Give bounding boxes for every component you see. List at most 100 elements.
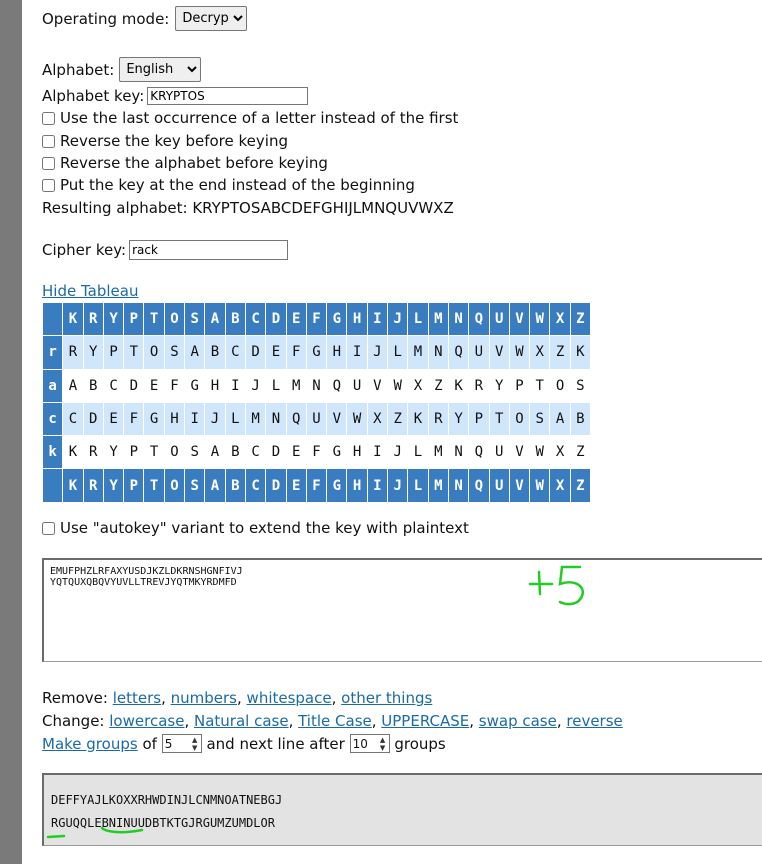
tableau-header-cell: T: [143, 301, 165, 337]
tableau-header-cell: T: [143, 468, 165, 503]
remove-letters-link[interactable]: letters: [113, 689, 161, 707]
tableau-header-cell: H: [346, 301, 368, 337]
tableau-cell: Z: [569, 435, 592, 470]
tableau-cell: M: [407, 335, 429, 370]
tableau-cell: I: [224, 368, 246, 403]
swap-case-link[interactable]: swap case: [479, 712, 557, 730]
tableau-header-cell: B: [224, 468, 246, 503]
option-last-occurrence: Use the last occurrence of a letter inst…: [42, 109, 458, 127]
tableau-cell: A: [184, 335, 206, 370]
tableau-cell: M: [427, 435, 449, 470]
tableau-cell: D: [265, 435, 287, 470]
handwritten-underline-annotation: [46, 826, 144, 839]
line-groups-stepper[interactable]: 10 ▲ ▼: [349, 734, 390, 753]
tableau-cell: I: [184, 401, 206, 437]
natural-case-link[interactable]: Natural case: [194, 712, 289, 730]
tableau-key-cell: r: [41, 335, 64, 370]
tableau-cell: F: [285, 335, 307, 370]
remove-numbers-link[interactable]: numbers: [171, 689, 237, 707]
tableau-cell: U: [488, 435, 510, 470]
group-size-value: 5: [164, 736, 173, 751]
tableau-header-cell: J: [387, 468, 409, 503]
tableau-cell: N: [427, 335, 449, 370]
stepper-arrows-icon[interactable]: ▲ ▼: [377, 736, 389, 752]
hide-tableau-link[interactable]: Hide Tableau: [42, 282, 138, 300]
operating-mode-select[interactable]: Decrypt: [175, 6, 248, 31]
alphabet-key-input[interactable]: [147, 87, 309, 105]
tableau-cell: X: [407, 368, 429, 403]
tableau-header-cell: L: [407, 468, 429, 503]
key-at-end-checkbox[interactable]: [42, 178, 55, 192]
alphabet-row: Alphabet: English: [42, 57, 202, 82]
title-case-link[interactable]: Title Case: [298, 712, 372, 730]
tableau-header-cell: J: [387, 301, 409, 337]
tableau-cell: J: [244, 368, 267, 403]
reverse-alphabet-checkbox[interactable]: [42, 156, 55, 170]
alphabet-key-label: Alphabet key:: [42, 87, 145, 105]
output-line: RGUQQLEBNINUUDBTKTGJRGUMZUMDLOR: [51, 816, 275, 830]
tableau-cell: R: [82, 435, 104, 470]
stepper-arrows-icon[interactable]: ▲ ▼: [189, 736, 201, 752]
tableau-cell: V: [326, 401, 348, 437]
alphabet-key-row: Alphabet key:: [42, 87, 309, 105]
tableau-cell: G: [143, 401, 165, 437]
tableau-header-cell: F: [305, 468, 328, 503]
tableau-cell: M: [285, 368, 307, 403]
tableau-cell: J: [204, 401, 226, 437]
groups-of-label: of: [142, 734, 157, 753]
remove-whitespace-link[interactable]: whitespace: [247, 689, 332, 707]
make-groups-link[interactable]: Make groups: [42, 735, 138, 753]
tableau-cell: V: [488, 335, 510, 370]
alphabet-select[interactable]: English: [119, 57, 202, 82]
tableau-header-cell: F: [305, 301, 328, 337]
tableau-cell: Z: [427, 368, 449, 403]
tableau-cell: L: [224, 401, 246, 437]
group-size-stepper[interactable]: 5 ▲ ▼: [161, 734, 202, 753]
tableau-header-cell: Q: [468, 468, 490, 503]
ciphertext-input-area[interactable]: EMUFPHZLRFAXYUSDJKZLDKRNSHGNFIVJ YQTQUXQ…: [42, 558, 762, 662]
reverse-key-checkbox[interactable]: [42, 134, 55, 148]
remove-other-things-link[interactable]: other things: [341, 689, 432, 707]
tableau-header-cell: K: [62, 468, 84, 503]
left-sidebar-strip: [0, 0, 22, 864]
uppercase-link[interactable]: UPPERCASE: [381, 712, 469, 730]
cipher-key-input[interactable]: [129, 240, 289, 260]
vigenere-tableau: KRYPTOSABCDEFGHIJLMNQUVWXZrRYPTOSABCDEFG…: [41, 301, 592, 503]
tableau-header-cell: E: [285, 468, 307, 503]
tableau-cell: P: [508, 368, 531, 403]
tableau-header-cell: D: [265, 301, 287, 337]
tableau-header-cell: V: [508, 468, 531, 503]
lowercase-link[interactable]: lowercase: [109, 712, 184, 730]
cipher-key-label: Cipher key:: [42, 241, 127, 259]
operating-mode-row: Operating mode: Decrypt: [42, 6, 248, 31]
tableau-cell: V: [508, 435, 531, 470]
tableau-cell: H: [326, 335, 348, 370]
key-at-end-label: Put the key at the end instead of the be…: [60, 176, 415, 194]
tableau-cell: A: [204, 435, 226, 470]
tableau-cell: U: [346, 368, 368, 403]
last-occurrence-checkbox[interactable]: [42, 111, 55, 125]
tableau-cell: C: [244, 435, 267, 470]
tableau-header-cell: P: [123, 301, 145, 337]
tableau-cell: E: [285, 435, 307, 470]
tableau-header-cell: Z: [569, 301, 592, 337]
tableau-cell: K: [447, 368, 470, 403]
tableau-cell: B: [204, 335, 226, 370]
tableau-cell: O: [163, 435, 186, 470]
tableau-header-cell: Z: [569, 468, 592, 503]
reverse-link[interactable]: reverse: [566, 712, 622, 730]
resulting-alphabet: Resulting alphabet: KRYPTOSABCDEFGHIJLMN…: [42, 199, 454, 217]
tableau-cell: G: [326, 435, 348, 470]
autokey-checkbox[interactable]: [42, 521, 55, 535]
tableau-cell: C: [224, 335, 246, 370]
tableau-cell: H: [163, 401, 186, 437]
tableau-cell: L: [387, 335, 409, 370]
tableau-cell: X: [366, 401, 389, 437]
tableau-cell: U: [305, 401, 328, 437]
tableau-header-cell: A: [204, 468, 226, 503]
tableau-cell: O: [508, 401, 531, 437]
tableau-header-cell: S: [184, 301, 206, 337]
tableau-cell: Z: [387, 401, 409, 437]
tableau-cell: T: [529, 368, 551, 403]
change-row: Change: lowercase, Natural case, Title C…: [42, 712, 623, 730]
